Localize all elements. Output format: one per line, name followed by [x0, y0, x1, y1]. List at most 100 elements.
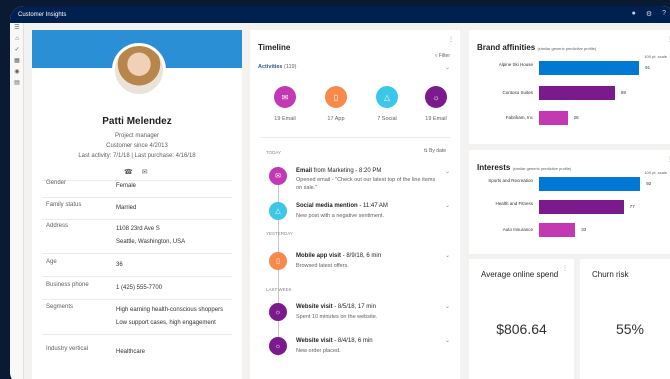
event-title[interactable]: Website visit - 8/4/18, 6 min — [296, 338, 373, 344]
event-description: New order placed. — [296, 348, 341, 354]
kpi-value: $806.64 — [496, 321, 547, 337]
bar[interactable] — [539, 61, 640, 75]
home-icon[interactable]: ⌂ — [10, 34, 24, 45]
field-label: Segments — [46, 304, 74, 310]
bell-icon[interactable]: ● — [632, 10, 636, 18]
field-label: Gender — [46, 180, 67, 186]
people-icon[interactable]: ◉ — [10, 67, 24, 78]
field-value: 36 — [116, 262, 123, 268]
divider — [42, 197, 232, 198]
mail-icon: ✉ — [269, 167, 287, 185]
list-icon[interactable]: ▦ — [10, 56, 24, 67]
kpi-value: 55% — [615, 321, 645, 337]
divider — [42, 276, 232, 277]
filter-label: Filter — [438, 53, 450, 59]
field-value: Female — [116, 183, 137, 189]
bar[interactable] — [539, 223, 576, 237]
field-value: 1 (425) 555-7700 — [116, 285, 163, 291]
bar[interactable] — [539, 177, 641, 191]
event-description: Spent 10 minutes on the website. — [296, 314, 378, 320]
phone-icon: ▯ — [269, 252, 287, 270]
phone-icon[interactable]: ▯ — [325, 86, 347, 108]
event-type: Website visit — [296, 338, 333, 344]
bar-value: 91 — [645, 65, 651, 70]
social-icon: △ — [269, 202, 287, 220]
document-icon[interactable]: ▤ — [10, 78, 24, 89]
profile-card: Patti Melendez Project manager Customer … — [32, 30, 242, 379]
interests-card: Interests (similar generic predictive pr… — [469, 150, 670, 254]
field-label: Age — [46, 259, 57, 265]
globe-icon: ☼ — [269, 337, 287, 355]
more-icon[interactable]: ⋮ — [562, 265, 568, 272]
event-time: - 11:47 AM — [357, 203, 388, 209]
chevron-down-icon[interactable]: ⌄ — [445, 303, 450, 310]
interests-subtitle: (similar generic predictive profile) — [512, 166, 572, 171]
event-title[interactable]: Mobile app visit - 8/9/18, 6 min — [296, 253, 381, 259]
bar-value: 33 — [581, 227, 587, 232]
field-label: Family status — [46, 202, 82, 208]
event-description: New post with a negative sentiment. — [296, 213, 385, 219]
avatar — [112, 43, 166, 97]
bar[interactable] — [539, 86, 615, 100]
field-value: Married — [116, 205, 137, 211]
help-icon[interactable]: ? — [662, 10, 666, 18]
chevron-down-icon[interactable]: ⌄ — [445, 337, 450, 344]
app-window: Customer Insights ● ⚙ ? ☰ ⌂ ✓ ▦ ◉ ▤ Patt… — [10, 6, 670, 379]
event-description: Opened email - "Check out our latest top… — [296, 177, 436, 191]
chevron-down-icon[interactable]: ⌄ — [445, 64, 450, 71]
bar-label: Contoso Suites — [502, 90, 533, 95]
bar-value: 26 — [573, 115, 579, 120]
globe-icon: ☼ — [269, 303, 287, 321]
more-icon[interactable]: ⋮ — [448, 36, 454, 43]
hamburger-icon[interactable]: ☰ — [10, 23, 24, 34]
event-title[interactable]: Email from Marketing - 8:20 PM — [296, 168, 381, 174]
activities-toggle[interactable]: Activities (119) — [258, 64, 296, 70]
section-label: TODAY — [266, 150, 282, 155]
chevron-down-icon[interactable]: ⌄ — [445, 202, 450, 209]
phone-icon[interactable]: ☎ — [124, 168, 133, 176]
event-type: Social media mention — [296, 203, 358, 209]
section-label: YESTERDAY — [266, 231, 293, 236]
bar-label: Fabrikam, Inc — [505, 115, 533, 120]
brand-affinities-card: Brand affinities (similar generic predic… — [469, 30, 670, 144]
section-label: LAST WEEK — [266, 287, 292, 292]
customer-since: Customer since 4/2013 — [106, 143, 168, 149]
timeline-card: Timeline ⋮ ▿ Filter Activities (119) ⌄ ✉… — [250, 30, 460, 379]
profile-name: Patti Melendez — [102, 116, 172, 127]
activities-label: Activities — [258, 64, 283, 70]
event-title[interactable]: Website visit - 8/5/18, 17 min — [296, 304, 376, 310]
globe-icon[interactable]: ☼ — [425, 86, 447, 108]
filter-button[interactable]: ▿ Filter — [435, 53, 450, 59]
brand-title: Brand affinities — [477, 43, 536, 52]
bar-value: 69 — [620, 90, 626, 95]
divider — [260, 137, 450, 138]
chevron-down-icon[interactable]: ⌄ — [445, 252, 450, 259]
chevron-down-icon[interactable]: ⌄ — [445, 168, 450, 175]
brand-subtitle: (similar generic predictive profile) — [537, 46, 597, 51]
event-description: Browsed latest offers. — [296, 263, 349, 269]
mail-icon[interactable]: ✉ — [274, 86, 296, 108]
divider — [42, 334, 232, 335]
event-time: - 8/9/18, 6 min — [341, 253, 382, 259]
bar-label: Sports and Recreation — [488, 178, 533, 183]
event-time: from Marketing - 8:20 PM — [312, 168, 382, 174]
activity-label: 17 App — [327, 116, 345, 122]
timeline-title: Timeline — [258, 43, 291, 52]
activity-label: 19 Email — [274, 116, 296, 122]
field-value: Seattle, Washington, USA — [116, 239, 186, 245]
card-title: Brand affinities (similar generic predic… — [477, 43, 596, 52]
activity-label: 19 Email — [425, 116, 447, 122]
field-label: Industry vertical — [46, 346, 89, 352]
event-title[interactable]: Social media mention - 11:47 AM — [296, 203, 388, 209]
social-icon[interactable]: △ — [376, 86, 398, 108]
gear-icon[interactable]: ⚙ — [646, 10, 652, 18]
bar[interactable] — [539, 200, 624, 214]
mail-icon[interactable]: ✉ — [142, 168, 148, 176]
bar[interactable] — [539, 111, 568, 125]
sort-label: By date — [429, 148, 446, 154]
event-time: - 8/5/18, 17 min — [332, 304, 376, 310]
sort-button[interactable]: ⇅ By date — [423, 148, 446, 154]
field-value: Low support cases, high engagement — [116, 320, 216, 326]
bar-label: Auto Insurance — [502, 227, 533, 232]
pin-icon[interactable]: ✓ — [10, 45, 24, 56]
